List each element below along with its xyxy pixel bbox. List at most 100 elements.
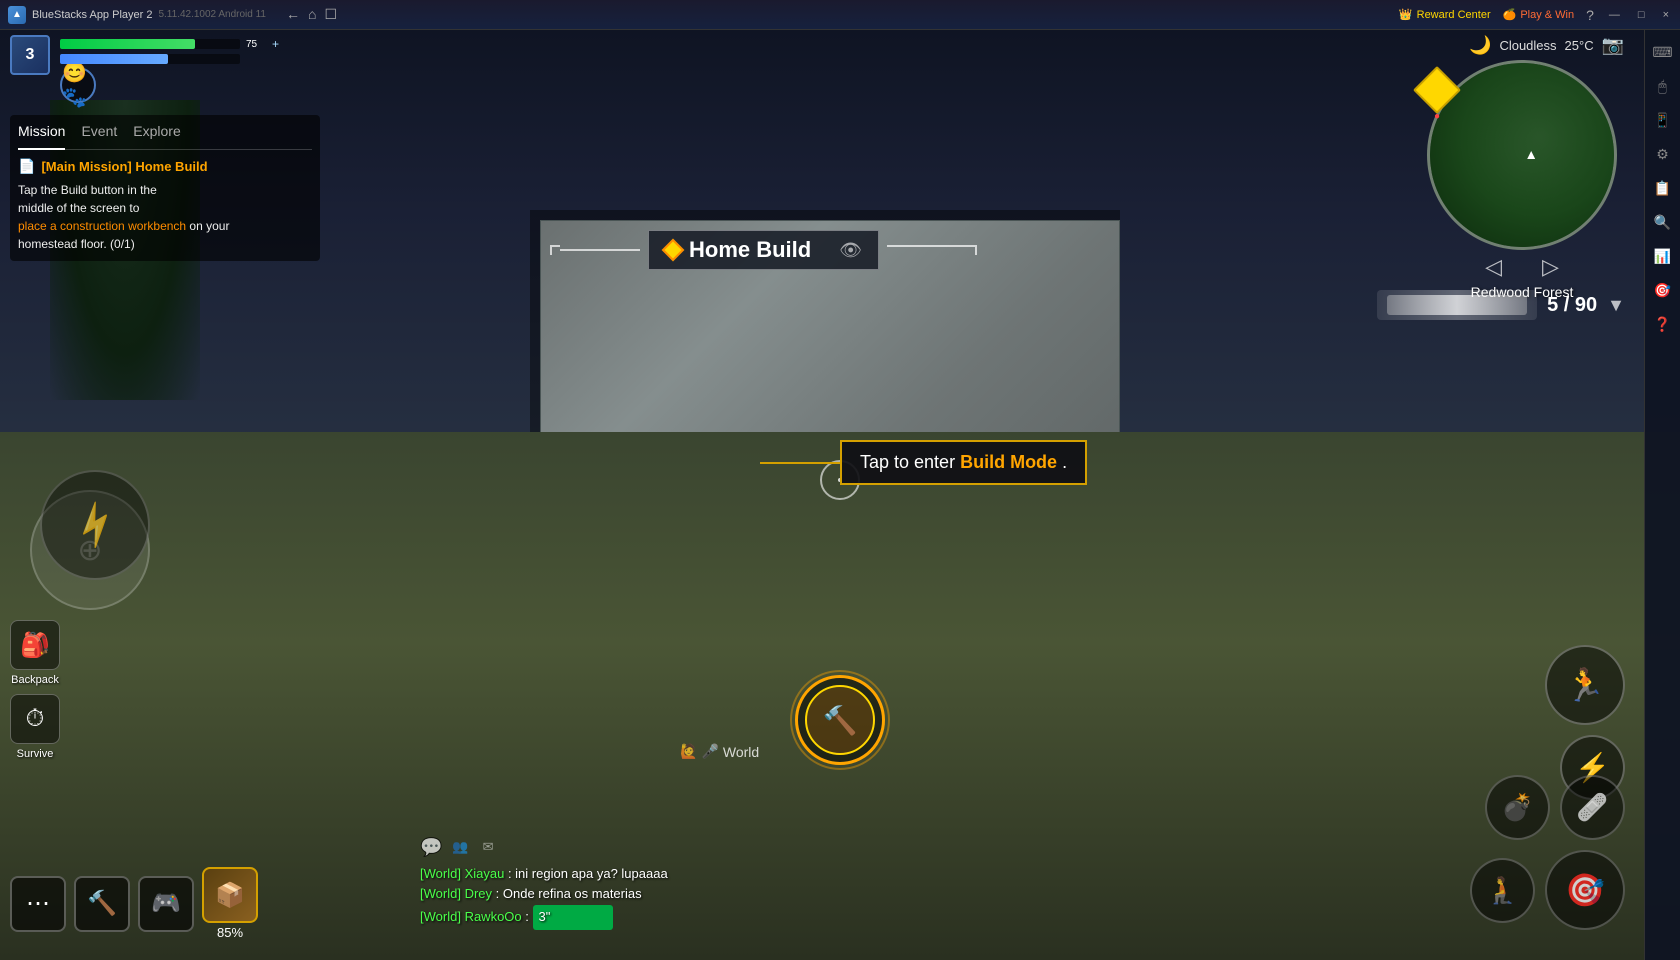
nav-arrow-right[interactable]: ▷	[1542, 254, 1559, 280]
world-chat-button[interactable]: 🙋 🎤 World	[680, 743, 759, 760]
sidebar-search-icon[interactable]: 🔍	[1649, 208, 1677, 236]
diamond-icon	[662, 239, 685, 262]
maximize-button[interactable]: □	[1635, 9, 1648, 21]
bs-logo-icon: ▲	[8, 6, 26, 24]
player-hud: 3 75 + 😊🐾	[10, 35, 330, 103]
camera-screenshot-icon[interactable]: 📷	[1602, 35, 1624, 56]
world-chat-label: World	[723, 744, 759, 760]
weapon-circle-left[interactable]: ⚡	[40, 470, 150, 580]
back-icon[interactable]: ←	[286, 6, 300, 23]
mission-desc-line1: Tap the Build button in the	[18, 183, 157, 197]
sidebar-clipboard-icon[interactable]: 📋	[1649, 174, 1677, 202]
grenade-button[interactable]: 💣	[1485, 775, 1550, 840]
expand-arrow-icon[interactable]: ▼	[1607, 295, 1625, 316]
mic-icon-wrap: 🙋 🎤 World	[680, 743, 759, 760]
nav-diamond-icon	[1413, 66, 1461, 114]
chat-bracket-3: [World]	[420, 909, 465, 924]
toolbar-percent: 85%	[217, 925, 243, 940]
backpack-icon[interactable]: 🎒	[10, 620, 60, 670]
minimize-button[interactable]: —	[1606, 9, 1623, 21]
face-emoji: 😊🐾	[62, 60, 94, 110]
minimap: 🌙 Cloudless 25°C 📷 ● 🧭 ◁ ▷ Redwood Fores…	[1412, 35, 1632, 300]
home-build-box[interactable]: Home Build 👁	[648, 230, 879, 270]
sidebar-target-icon[interactable]: 🎯	[1649, 276, 1677, 304]
survive-item[interactable]: ⏱ Survive	[10, 694, 60, 760]
stamina-bar-row	[60, 54, 330, 64]
nav-arrow-left[interactable]: ◁	[1485, 254, 1502, 280]
sidebar-keyboard-icon[interactable]: ⌨	[1649, 38, 1677, 66]
corner-tr	[967, 245, 977, 255]
crown-icon: 👑	[1399, 8, 1413, 21]
bullet-icon: ⚡	[65, 496, 125, 555]
backpack-item[interactable]: 🎒 Backpack	[10, 620, 60, 686]
chat-icon-group[interactable]: 👥	[452, 839, 468, 855]
chat-content-2: Onde refina os materias	[503, 886, 642, 901]
sidebar-mouse-icon[interactable]: 🖱	[1649, 72, 1677, 100]
tooltip-highlight-text: Build Mode	[960, 452, 1057, 472]
toolbar-chest-button[interactable]: 📦	[202, 867, 258, 923]
survive-icon[interactable]: ⏱	[10, 694, 60, 744]
mission-desc-line4: homestead floor. (0/1)	[18, 237, 135, 251]
chat-message-2: [World] Drey : Onde refina os materias	[420, 884, 960, 905]
bluestacks-titlebar: ▲ BlueStacks App Player 2 5.11.42.1002 A…	[0, 0, 1680, 30]
play-win-button[interactable]: 🍊 Play & Win	[1503, 8, 1575, 21]
chat-bracket-1: [World]	[420, 866, 465, 881]
close-button[interactable]: ×	[1660, 9, 1672, 21]
run-button[interactable]: 🏃	[1545, 645, 1625, 725]
toolbar-chest-item: 📦 85%	[202, 867, 258, 940]
bookmark-icon[interactable]: ☐	[324, 6, 337, 23]
sidebar-help-icon[interactable]: ❓	[1649, 310, 1677, 338]
hp-plus-button[interactable]: +	[272, 37, 279, 51]
reward-center-button[interactable]: 👑 Reward Center	[1399, 8, 1491, 21]
chat-input-field[interactable]: 3"	[533, 905, 613, 930]
tab-mission[interactable]: Mission	[18, 123, 65, 150]
help-icon[interactable]: ?	[1586, 7, 1594, 23]
sidebar-settings-icon[interactable]: ⚙	[1649, 140, 1677, 168]
weapon-image	[1377, 290, 1537, 320]
tooltip-text-after: .	[1062, 452, 1067, 472]
navigation-arrows: ◁ ▷	[1412, 254, 1632, 280]
medkit-button[interactable]: 🩹	[1560, 775, 1625, 840]
chat-header: 💬 👥 ✉	[420, 837, 960, 858]
chat-username-1: Xiayau	[465, 866, 505, 881]
weather-bar: 🌙 Cloudless 25°C 📷	[1412, 35, 1632, 56]
player-level-number: 3	[26, 46, 35, 64]
mission-desc-line2: middle of the screen to	[18, 201, 139, 215]
chat-bubble-icon[interactable]: 💬	[420, 837, 442, 858]
app-name: BlueStacks App Player 2	[32, 9, 152, 21]
hp-bar-fill	[60, 39, 195, 49]
attack-button[interactable]: 🎯	[1545, 850, 1625, 930]
sidebar-mobile-icon[interactable]: 📱	[1649, 106, 1677, 134]
mission-tabs: Mission Event Explore	[18, 123, 312, 150]
toolbar-more-button[interactable]: ⋯	[10, 876, 66, 932]
chat-username-3: RawkoOo	[465, 909, 522, 924]
toolbar-build-item: 🔨	[74, 876, 130, 932]
chat-text-2: :	[496, 886, 503, 901]
corner-tl	[550, 245, 560, 255]
temperature-display: 25°C	[1565, 38, 1594, 53]
item-quick-slots: 💣 🩹	[1485, 775, 1625, 840]
build-button[interactable]: 🔨	[795, 675, 885, 765]
tab-explore[interactable]: Explore	[133, 123, 180, 143]
toolbar-build-button[interactable]: 🔨	[74, 876, 130, 932]
crouch-button[interactable]: 🧎	[1470, 858, 1535, 923]
chat-input-value: 3"	[539, 909, 551, 924]
right-bottom-action-panel: 🧎 🎯	[1470, 850, 1625, 930]
chat-username-2: Drey	[465, 886, 492, 901]
chat-content-1: ini region apa ya? lupaaaa	[515, 866, 668, 881]
home-icon[interactable]: ⌂	[308, 6, 316, 23]
bracket-right	[887, 245, 977, 255]
hp-value: 75	[246, 39, 266, 50]
tooltip-box: Tap to enter Build Mode .	[840, 440, 1087, 485]
health-bars-container: 75 +	[60, 35, 330, 64]
tab-event[interactable]: Event	[81, 123, 117, 143]
build-button-outer[interactable]: 🔨	[795, 675, 885, 765]
toolbar-drive-button[interactable]: 🎮	[138, 876, 194, 932]
hp-bar-row: 75 +	[60, 37, 330, 51]
line-top-right	[887, 245, 967, 247]
sidebar-chart-icon[interactable]: 📊	[1649, 242, 1677, 270]
weapon-slot-left[interactable]: ⚡	[40, 470, 150, 580]
bracket-left	[550, 245, 640, 255]
chest-icon: 📦	[215, 881, 245, 910]
survive-label: Survive	[17, 748, 54, 760]
